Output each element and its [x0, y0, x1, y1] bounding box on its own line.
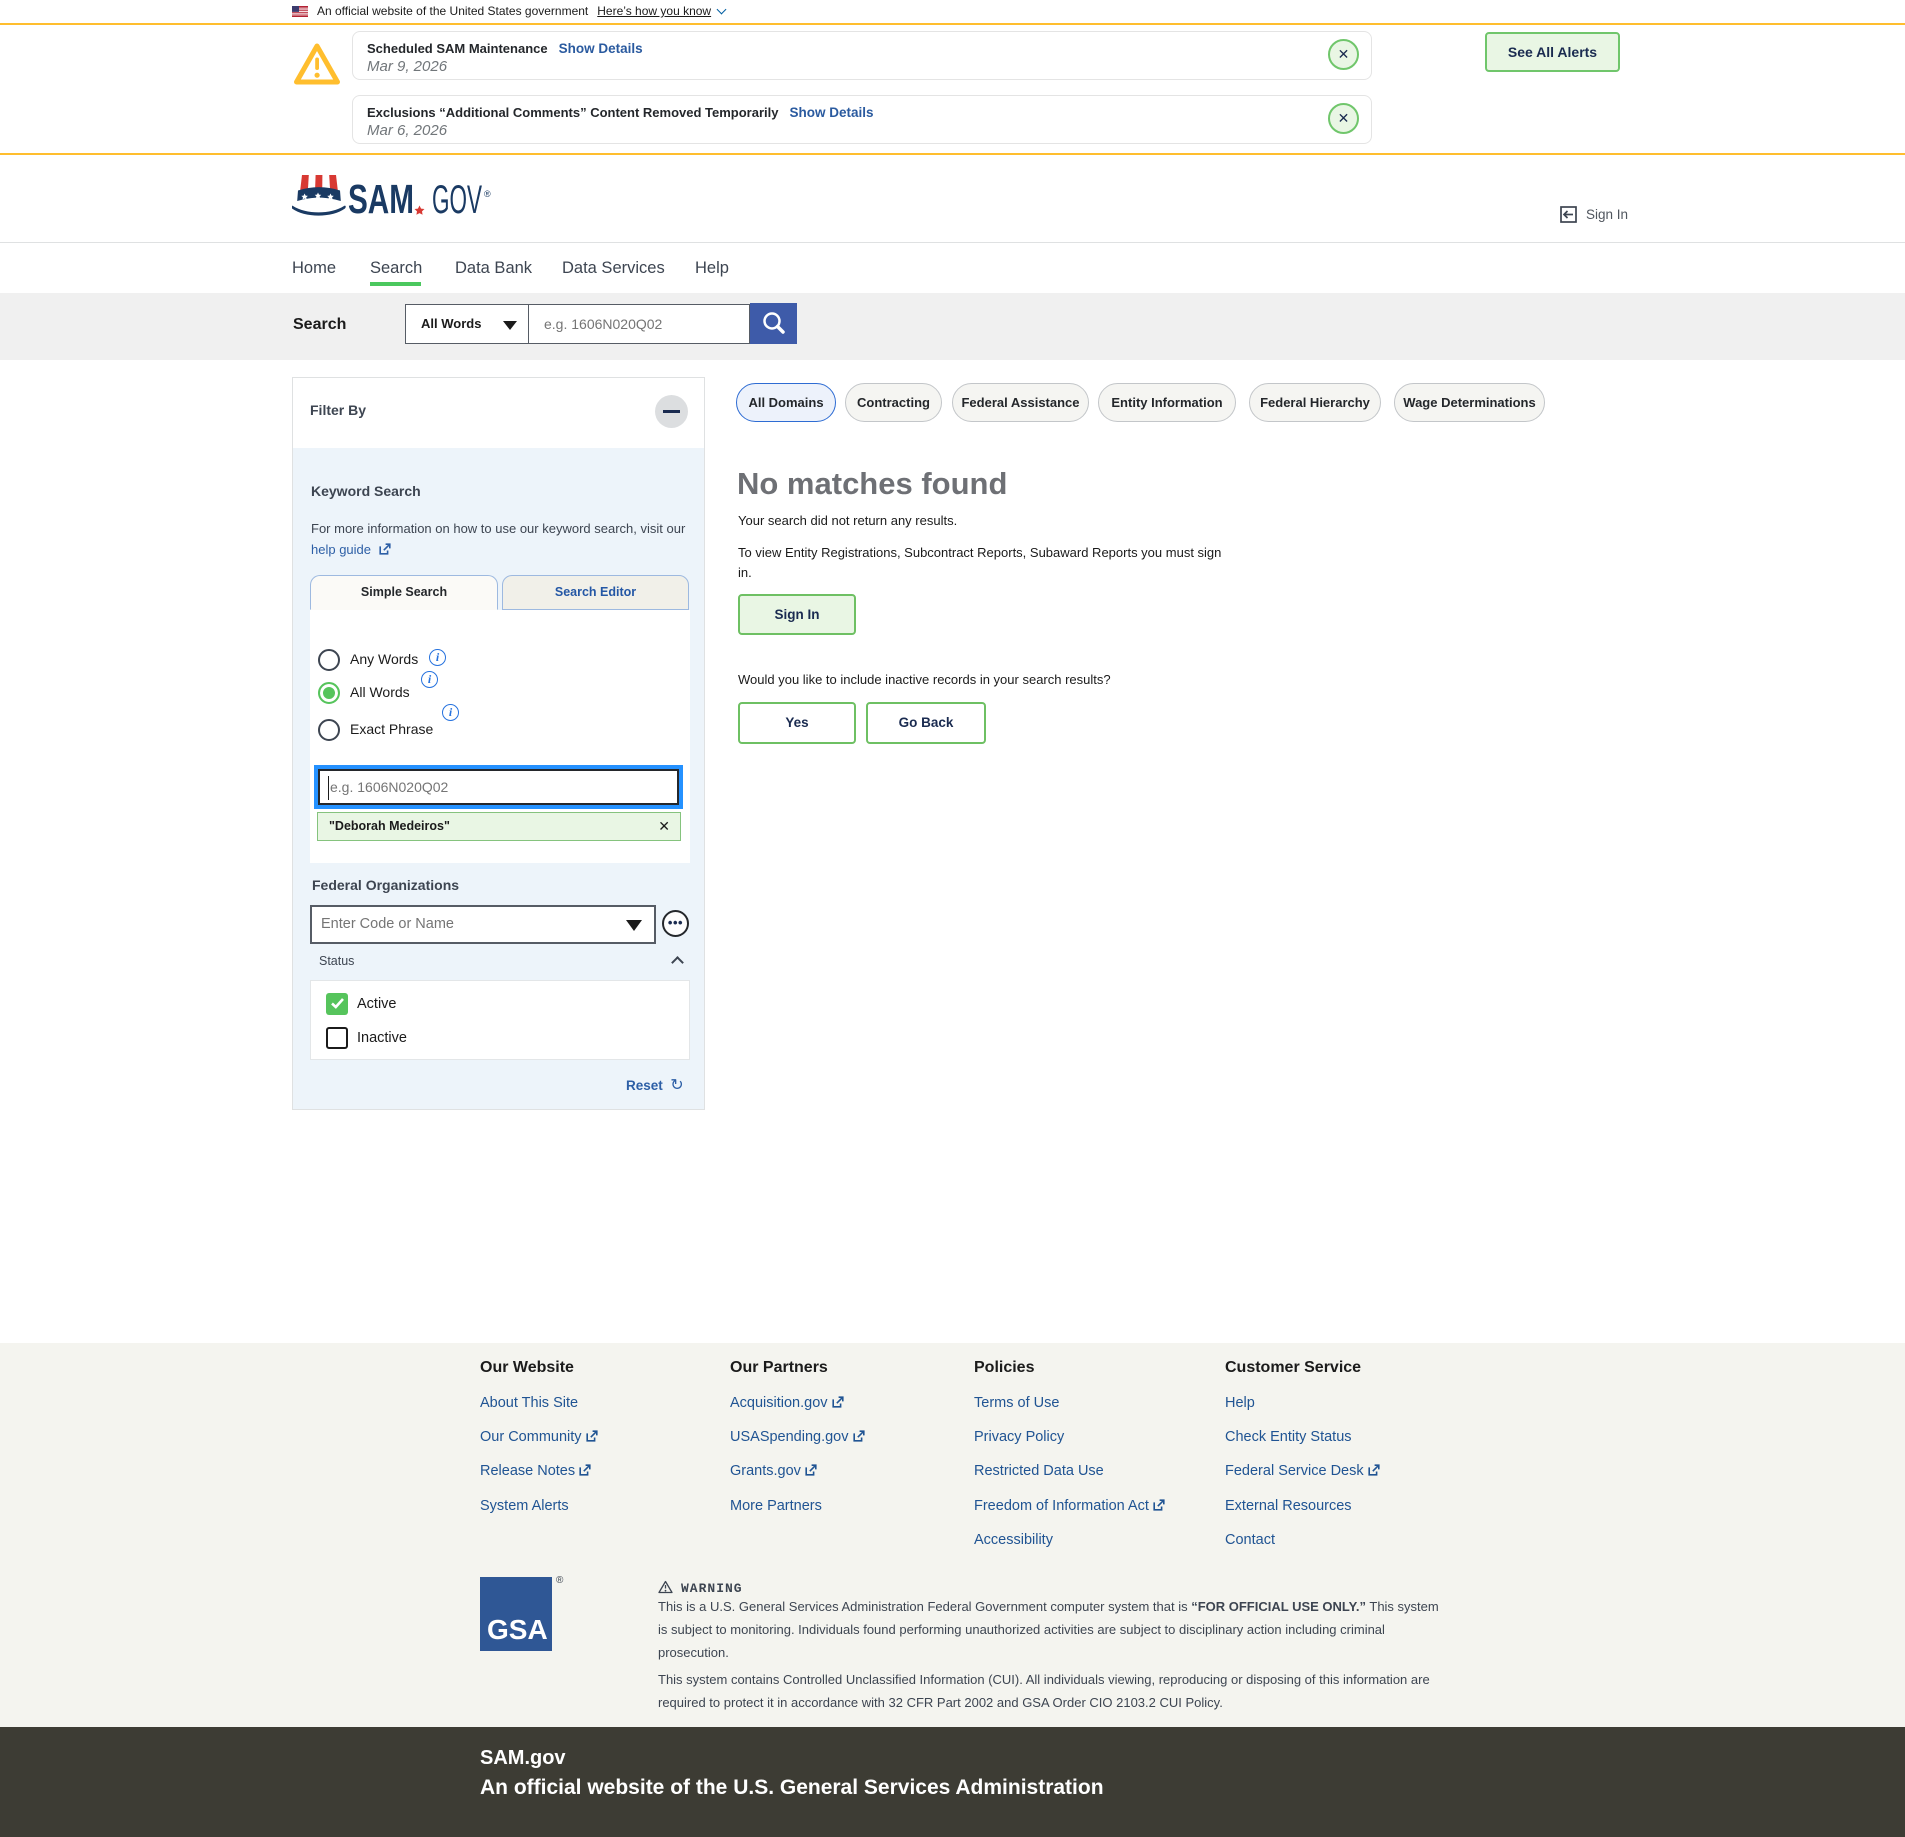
svg-text:GOV: GOV [432, 178, 482, 222]
svg-text:SAM: SAM [348, 176, 414, 222]
svg-text:®: ® [484, 189, 491, 199]
